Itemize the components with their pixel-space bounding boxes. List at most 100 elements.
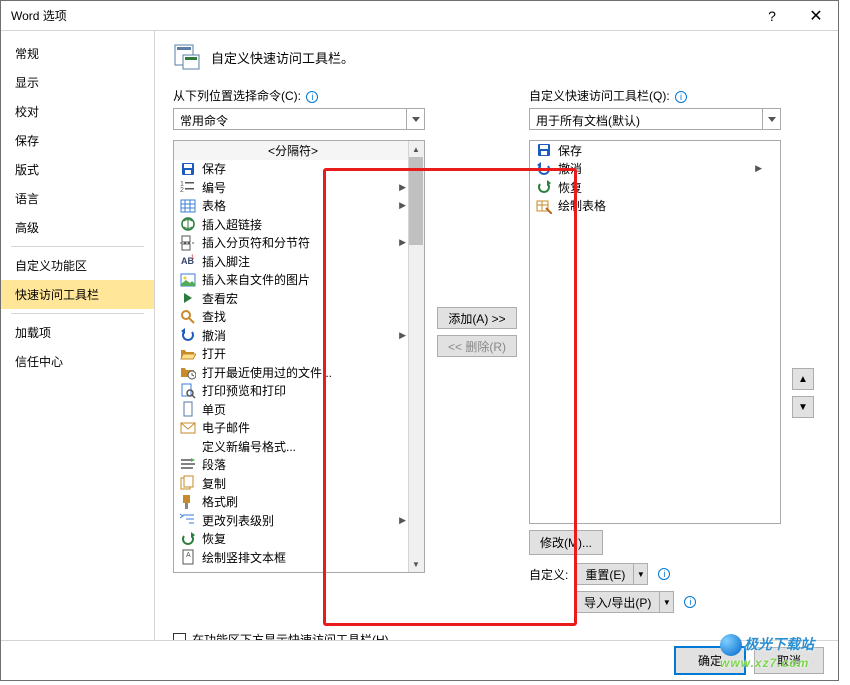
modify-button[interactable]: 修改(M)... bbox=[529, 530, 603, 555]
macro-icon bbox=[180, 290, 196, 306]
list-item[interactable]: 查看宏 bbox=[174, 289, 424, 308]
drawtable-icon bbox=[536, 198, 552, 214]
list-item[interactable]: 打印预览和打印 bbox=[174, 382, 424, 401]
list-item-label: 电子邮件 bbox=[202, 419, 406, 436]
list-item-label: 插入来自文件的图片 bbox=[202, 271, 406, 288]
list-item[interactable]: 打开最近使用过的文件... bbox=[174, 363, 424, 382]
recent-icon bbox=[180, 364, 196, 380]
onepage-icon bbox=[180, 401, 196, 417]
list-item[interactable]: 格式刷 bbox=[174, 493, 424, 512]
list-item[interactable]: 撤消▶ bbox=[530, 160, 780, 179]
sidebar-item-display[interactable]: 显示 bbox=[1, 68, 154, 97]
scroll-thumb[interactable] bbox=[409, 157, 423, 245]
cancel-button[interactable]: 取消 bbox=[754, 647, 824, 674]
chevron-down-icon: ▼ bbox=[659, 592, 673, 612]
list-item[interactable]: 表格▶ bbox=[174, 197, 424, 216]
list-item[interactable]: 保存 bbox=[174, 160, 424, 179]
list-item-label: 绘制竖排文本框 bbox=[202, 549, 406, 566]
list-item-label: 更改列表级别 bbox=[202, 512, 393, 529]
left-label: 从下列位置选择命令(C): i bbox=[173, 87, 425, 104]
list-item[interactable]: AB1插入脚注 bbox=[174, 252, 424, 271]
ok-button[interactable]: 确定 bbox=[674, 646, 746, 675]
list-item-label: 插入超链接 bbox=[202, 216, 406, 233]
scroll-down-icon[interactable]: ▼ bbox=[408, 556, 424, 572]
list-item[interactable]: 恢复 bbox=[530, 178, 780, 197]
scrollbar[interactable]: ▲ ▼ bbox=[408, 141, 424, 572]
list-item[interactable]: 段落 bbox=[174, 456, 424, 475]
preview-icon bbox=[180, 383, 196, 399]
list-item[interactable]: 打开 bbox=[174, 345, 424, 364]
list-item[interactable]: 恢复 bbox=[174, 530, 424, 549]
list-item[interactable]: 插入分页符和分节符▶ bbox=[174, 234, 424, 253]
list-item[interactable]: 12 编号 ▶ bbox=[174, 178, 424, 197]
commands-listbox[interactable]: <分隔符> ▲ ▼ 保存12编号▶表格▶插入超链接插入分页符和分节符▶AB1插入… bbox=[173, 140, 425, 573]
list-item-label: 编号 bbox=[202, 179, 393, 196]
sidebar-item-save[interactable]: 保存 bbox=[1, 126, 154, 155]
move-down-button[interactable]: ▼ bbox=[792, 396, 814, 418]
submenu-arrow-icon: ▶ bbox=[399, 330, 406, 341]
qat-header-icon bbox=[173, 43, 201, 71]
sidebar-item-proofing[interactable]: 校对 bbox=[1, 97, 154, 126]
checkbox-label: 在功能区下方显示快速访问工具栏(H) bbox=[192, 631, 389, 640]
list-item[interactable]: 保存 bbox=[530, 141, 780, 160]
list-item[interactable]: 电子邮件 bbox=[174, 419, 424, 438]
scroll-up-icon[interactable]: ▲ bbox=[408, 141, 424, 157]
qat-listbox[interactable]: 保存撤消▶恢复绘制表格 bbox=[529, 140, 781, 524]
close-button[interactable]: ✕ bbox=[794, 1, 838, 30]
help-button[interactable]: ? bbox=[750, 1, 794, 30]
numbering-icon: 12 bbox=[180, 179, 196, 195]
sidebar-item-qat[interactable]: 快速访问工具栏 bbox=[1, 280, 154, 309]
sidebar-item-customize-ribbon[interactable]: 自定义功能区 bbox=[1, 251, 154, 280]
list-item[interactable]: 单页 bbox=[174, 400, 424, 419]
list-item-label: 撤消 bbox=[558, 160, 749, 177]
list-item-label: 打印预览和打印 bbox=[202, 382, 406, 399]
list-item[interactable]: A 绘制竖排文本框 bbox=[174, 548, 424, 567]
sidebar-item-language[interactable]: 语言 bbox=[1, 184, 154, 213]
import-export-dropdown[interactable]: 导入/导出(P) ▼ bbox=[575, 591, 674, 613]
submenu-arrow-icon: ▶ bbox=[399, 182, 406, 193]
right-label: 自定义快速访问工具栏(Q): i bbox=[529, 87, 781, 104]
reset-dropdown[interactable]: 重置(E) ▼ bbox=[576, 563, 648, 585]
save-icon bbox=[180, 161, 196, 177]
chevron-down-icon bbox=[406, 109, 424, 129]
list-item[interactable]: 绘制表格 bbox=[530, 197, 780, 216]
remove-button[interactable]: << 删除(R) bbox=[437, 335, 517, 357]
textbox-icon: A bbox=[180, 549, 196, 565]
commands-from-dropdown[interactable]: 常用命令 bbox=[173, 108, 425, 130]
list-item[interactable]: 插入来自文件的图片 bbox=[174, 271, 424, 290]
list-item[interactable]: 撤消▶ bbox=[174, 326, 424, 345]
submenu-arrow-icon: ▶ bbox=[399, 200, 406, 211]
list-item-label: 插入分页符和分节符 bbox=[202, 234, 393, 251]
info-icon[interactable]: i bbox=[684, 596, 696, 608]
list-item-label: 查看宏 bbox=[202, 290, 406, 307]
list-item[interactable]: 插入超链接 bbox=[174, 215, 424, 234]
show-below-ribbon-checkbox[interactable]: 在功能区下方显示快速访问工具栏(H) bbox=[173, 631, 822, 640]
list-item-label: 格式刷 bbox=[202, 493, 406, 510]
info-icon[interactable]: i bbox=[675, 91, 687, 103]
sidebar-item-addins[interactable]: 加载项 bbox=[1, 318, 154, 347]
list-item[interactable]: 定义新编号格式... bbox=[174, 437, 424, 456]
list-item-label: 恢复 bbox=[202, 530, 406, 547]
sidebar-item-general[interactable]: 常规 bbox=[1, 39, 154, 68]
submenu-arrow-icon: ▶ bbox=[399, 515, 406, 526]
sidebar: 常规 显示 校对 保存 版式 语言 高级 自定义功能区 快速访问工具栏 加载项 … bbox=[1, 31, 154, 640]
table-icon bbox=[180, 198, 196, 214]
checkbox-icon bbox=[173, 633, 186, 640]
qat-scope-dropdown[interactable]: 用于所有文档(默认) bbox=[529, 108, 781, 130]
svg-text:2: 2 bbox=[180, 187, 184, 194]
info-icon[interactable]: i bbox=[658, 568, 670, 580]
sidebar-item-trust[interactable]: 信任中心 bbox=[1, 347, 154, 376]
separator-row[interactable]: <分隔符> bbox=[174, 141, 424, 160]
chevron-down-icon bbox=[762, 109, 780, 129]
list-item[interactable]: 查找 bbox=[174, 308, 424, 327]
listlvl-icon bbox=[180, 512, 196, 528]
customize-qat-label: 自定义快速访问工具栏(Q): bbox=[529, 89, 670, 103]
list-item[interactable]: 更改列表级别 ▶ bbox=[174, 511, 424, 530]
svg-text:1: 1 bbox=[191, 255, 195, 261]
list-item[interactable]: 复制 bbox=[174, 474, 424, 493]
move-up-button[interactable]: ▲ bbox=[792, 368, 814, 390]
sidebar-item-layout[interactable]: 版式 bbox=[1, 155, 154, 184]
add-button[interactable]: 添加(A) >> bbox=[437, 307, 517, 329]
sidebar-item-advanced[interactable]: 高级 bbox=[1, 213, 154, 242]
info-icon[interactable]: i bbox=[306, 91, 318, 103]
